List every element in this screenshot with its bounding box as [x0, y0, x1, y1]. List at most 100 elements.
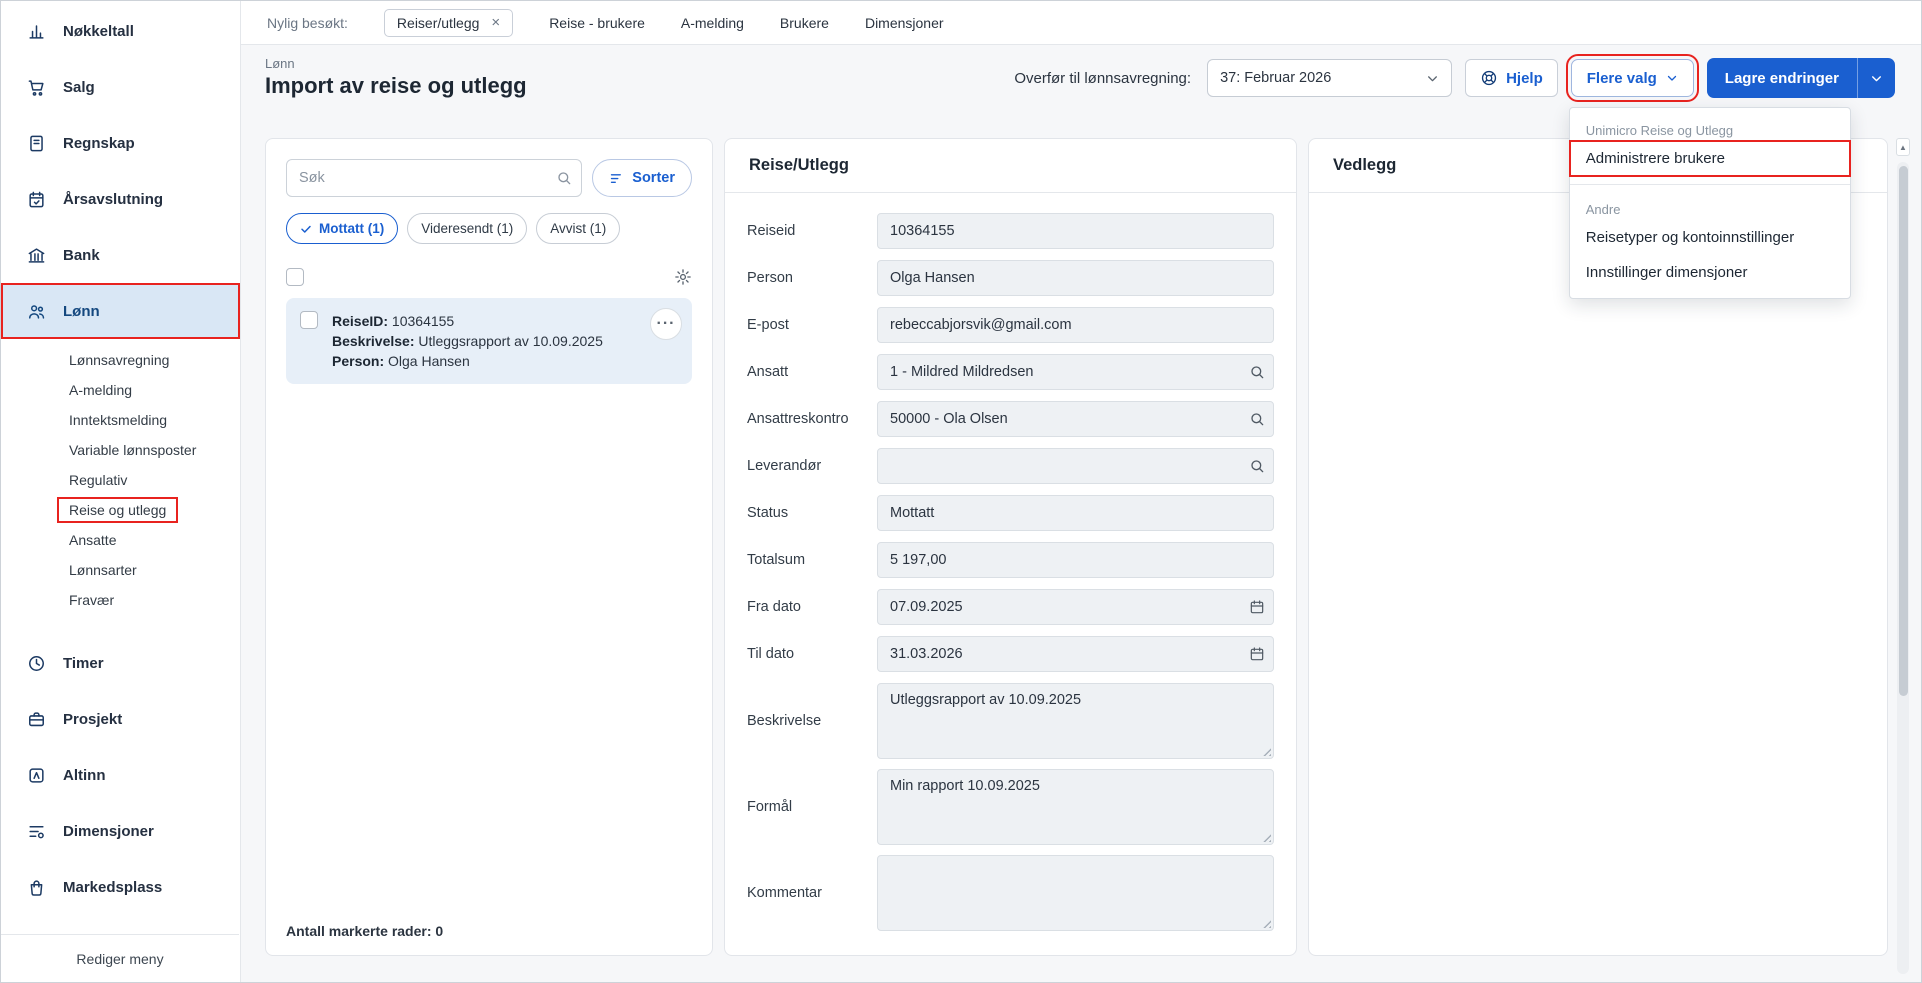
menu-item-administrere-brukere[interactable]: Administrere brukere	[1570, 141, 1850, 176]
save-button[interactable]: Lagre endringer	[1707, 58, 1857, 98]
calendar-icon[interactable]	[1249, 646, 1265, 662]
recent-label: Nylig besøkt:	[267, 15, 348, 31]
reiseid-field[interactable]	[877, 213, 1274, 249]
clock-icon	[27, 654, 46, 673]
email-field[interactable]	[877, 307, 1274, 343]
menu-item-innstillinger-dimensjoner[interactable]: Innstillinger dimensjoner	[1570, 255, 1850, 290]
chip-videresendt[interactable]: Videresendt (1)	[407, 213, 527, 244]
field-label: Totalsum	[747, 552, 877, 568]
briefcase-icon	[27, 710, 46, 729]
sidebar-subitem-a-melding[interactable]: A-melding	[1, 375, 240, 405]
edit-menu-link[interactable]: Rediger meny	[1, 934, 239, 982]
field-label: Til dato	[747, 646, 877, 662]
sidebar-item-label: Bank	[63, 247, 100, 264]
ansatt-lookup[interactable]	[877, 354, 1274, 390]
sidebar-item-label: Altinn	[63, 767, 106, 784]
dimensions-icon	[27, 822, 46, 841]
formal-textarea[interactable]: Min rapport 10.09.2025	[877, 769, 1274, 845]
field-label: Leverandør	[747, 458, 877, 474]
sidebar-item-lonn[interactable]: Lønn	[1, 283, 240, 339]
altinn-icon	[27, 766, 46, 785]
person-field[interactable]	[877, 260, 1274, 296]
page-scrollbar: ▲	[1896, 138, 1910, 974]
scrollbar-track[interactable]	[1897, 162, 1909, 974]
help-button[interactable]: Hjelp	[1465, 59, 1558, 97]
chevron-down-icon	[1666, 72, 1678, 84]
status-field[interactable]	[877, 495, 1274, 531]
totalsum-field[interactable]	[877, 542, 1274, 578]
field-label: E-post	[747, 317, 877, 333]
sidebar-item-label: Dimensjoner	[63, 823, 154, 840]
row-checkbox[interactable]	[300, 311, 318, 329]
menu-group-label: Andre	[1570, 193, 1850, 220]
app-window: Nøkkeltall Salg Regnskap Årsavslutning B…	[0, 0, 1922, 983]
sidebar-item-arsavslutning[interactable]: Årsavslutning	[1, 171, 240, 227]
field-label: Fra dato	[747, 599, 877, 615]
menu-item-reisetyper[interactable]: Reisetyper og kontoinnstillinger	[1570, 220, 1850, 255]
scroll-up-button[interactable]: ▲	[1896, 138, 1910, 156]
select-all-checkbox[interactable]	[286, 268, 304, 286]
chart-icon	[27, 22, 46, 41]
sidebar-subitem-reise-og-utlegg[interactable]: Reise og utlegg	[1, 495, 240, 525]
search-icon[interactable]	[1249, 411, 1265, 427]
sidebar-item-bank[interactable]: Bank	[1, 227, 240, 283]
sidebar-subitem-inntektsmelding[interactable]: Inntektsmelding	[1, 405, 240, 435]
sidebar-item-label: Markedsplass	[63, 879, 162, 896]
sidebar-subitem-ansatte[interactable]: Ansatte	[1, 525, 240, 555]
more-options-button[interactable]: Flere valg	[1571, 59, 1694, 97]
sidebar-item-altinn[interactable]: Altinn	[1, 747, 240, 803]
search-input[interactable]	[286, 159, 582, 197]
search-icon[interactable]	[1249, 364, 1265, 380]
check-icon	[300, 223, 312, 235]
sort-button[interactable]: Sorter	[592, 159, 692, 197]
gear-icon[interactable]	[674, 268, 692, 286]
ledger-icon	[27, 134, 46, 153]
row-menu-button[interactable]: ···	[650, 308, 682, 340]
sidebar-subitem-variable-lonnsposter[interactable]: Variable lønnsposter	[1, 435, 240, 465]
chip-mottatt[interactable]: Mottatt (1)	[286, 213, 398, 244]
search-icon	[556, 170, 572, 186]
trip-list-item[interactable]: ReiseID: 10364155 Beskrivelse: Utleggsra…	[286, 298, 692, 384]
sidebar-subitem-fravaer[interactable]: Fravær	[1, 585, 240, 615]
search-icon[interactable]	[1249, 458, 1265, 474]
annotation-box: Reise og utlegg	[59, 499, 176, 521]
payroll-period-select[interactable]: 37: Februar 2026	[1207, 59, 1452, 97]
tab-brukere[interactable]: Brukere	[780, 15, 829, 31]
header-controls: Overfør til lønnsavregning: 37: Februar …	[1014, 58, 1895, 98]
sidebar-item-nokkeltall[interactable]: Nøkkeltall	[1, 3, 240, 59]
kommentar-textarea[interactable]	[877, 855, 1274, 931]
tab-reiser-utlegg[interactable]: Reiser/utlegg ×	[384, 9, 513, 37]
sidebar-item-label: Salg	[63, 79, 95, 96]
ansattreskontro-lookup[interactable]	[877, 401, 1274, 437]
breadcrumb: Lønn	[265, 56, 295, 71]
trip-detail-panel: Reise/Utlegg Reiseid Person E-post Ansat…	[724, 138, 1297, 956]
save-split-chevron[interactable]	[1857, 58, 1895, 98]
sidebar-subitem-lonnsavregning[interactable]: Lønnsavregning	[1, 345, 240, 375]
scrollbar-thumb[interactable]	[1899, 166, 1908, 696]
leverandor-lookup[interactable]	[877, 448, 1274, 484]
field-label: Status	[747, 505, 877, 521]
field-label: Beskrivelse	[747, 713, 877, 729]
sidebar-item-markedsplass[interactable]: Markedsplass	[1, 859, 240, 915]
til-dato-field[interactable]	[877, 636, 1274, 672]
tab-reise-brukere[interactable]: Reise - brukere	[549, 15, 645, 31]
tab-dimensjoner[interactable]: Dimensjoner	[865, 15, 944, 31]
close-icon[interactable]: ×	[491, 15, 500, 30]
chevron-down-icon	[1426, 72, 1439, 85]
chip-avvist[interactable]: Avvist (1)	[536, 213, 620, 244]
sidebar-item-timer[interactable]: Timer	[1, 635, 240, 691]
search-box	[286, 159, 582, 197]
beskrivelse-textarea[interactable]: Utleggsrapport av 10.09.2025	[877, 683, 1274, 759]
sidebar-subitem-lonnsarter[interactable]: Lønnsarter	[1, 555, 240, 585]
calendar-icon[interactable]	[1249, 599, 1265, 615]
fra-dato-field[interactable]	[877, 589, 1274, 625]
sidebar-item-prosjekt[interactable]: Prosjekt	[1, 691, 240, 747]
field-label: Formål	[747, 799, 877, 815]
sidebar-subitem-regulativ[interactable]: Regulativ	[1, 465, 240, 495]
save-button-group: Lagre endringer	[1707, 58, 1895, 98]
sidebar-item-regnskap[interactable]: Regnskap	[1, 115, 240, 171]
tab-a-melding[interactable]: A-melding	[681, 15, 744, 31]
sidebar-item-dimensjoner[interactable]: Dimensjoner	[1, 803, 240, 859]
sidebar-item-salg[interactable]: Salg	[1, 59, 240, 115]
lonn-submenu: Lønnsavregning A-melding Inntektsmelding…	[1, 339, 240, 623]
